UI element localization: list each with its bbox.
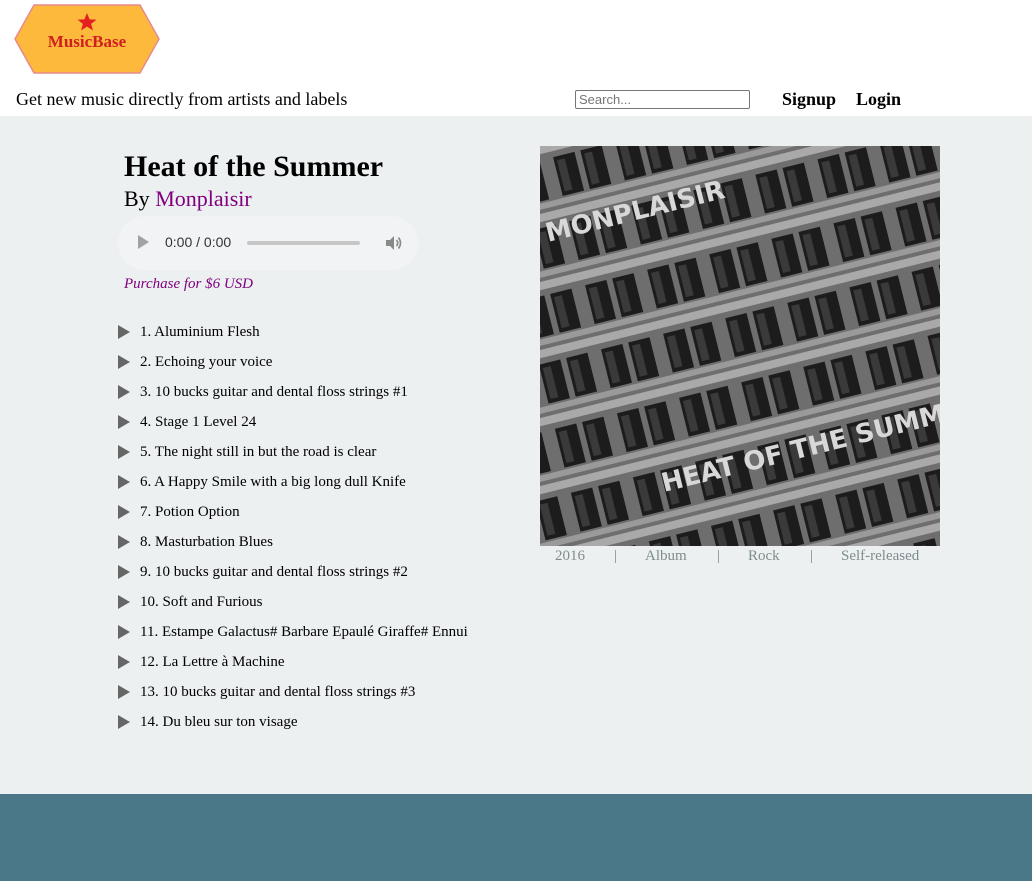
meta-separator: | xyxy=(810,548,814,564)
track-title: 8. Masturbation Blues xyxy=(140,533,273,550)
track-title: 5. The night still in but the road is cl… xyxy=(140,443,377,460)
play-icon[interactable] xyxy=(118,655,130,669)
play-icon[interactable] xyxy=(118,415,130,429)
play-icon[interactable] xyxy=(118,385,130,399)
search-input[interactable] xyxy=(575,90,750,109)
track-item[interactable]: 12. La Lettre à Machine xyxy=(118,647,468,677)
track-title: 1. Aluminium Flesh xyxy=(140,323,260,340)
album-type: Album xyxy=(645,548,687,564)
track-title: 6. A Happy Smile with a big long dull Kn… xyxy=(140,473,406,490)
track-item[interactable]: 4. Stage 1 Level 24 xyxy=(118,407,468,437)
track-title: 3. 10 bucks guitar and dental floss stri… xyxy=(140,383,408,400)
play-icon[interactable] xyxy=(118,505,130,519)
track-item[interactable]: 8. Masturbation Blues xyxy=(118,527,468,557)
track-item[interactable]: 7. Potion Option xyxy=(118,497,468,527)
login-link[interactable]: Login xyxy=(856,89,901,109)
track-title: 13. 10 bucks guitar and dental floss str… xyxy=(140,683,416,700)
play-icon[interactable] xyxy=(118,595,130,609)
track-title: 12. La Lettre à Machine xyxy=(140,653,285,670)
track-title: 14. Du bleu sur ton visage xyxy=(140,713,298,730)
track-title: 4. Stage 1 Level 24 xyxy=(140,413,257,430)
tagline: Get new music directly from artists and … xyxy=(16,89,348,109)
play-icon[interactable] xyxy=(118,625,130,639)
album-year: 2016 xyxy=(555,548,585,564)
site-footer xyxy=(0,794,1032,881)
by-prefix: By xyxy=(124,186,150,211)
album-cover: MONPLAISIR HEAT OF THE SUMMER xyxy=(540,146,940,546)
play-icon[interactable] xyxy=(118,325,130,339)
meta-separator: | xyxy=(717,548,721,564)
artist-link[interactable]: Monplaisir xyxy=(155,186,252,211)
album-meta: 2016 | Album | Rock | Self-released xyxy=(540,548,940,568)
player-time: 0:00 / 0:00 xyxy=(165,234,232,250)
play-icon[interactable] xyxy=(138,235,149,249)
musicbase-logo[interactable]: MusicBase xyxy=(14,4,160,74)
site-header: MusicBase Get new music directly from ar… xyxy=(0,0,1032,116)
album-page: Heat of the Summer By Monplaisir 0:00 / … xyxy=(0,116,1032,794)
purchase-link[interactable]: Purchase for $6 USD xyxy=(124,276,253,293)
play-icon[interactable] xyxy=(118,565,130,579)
meta-separator: | xyxy=(614,548,618,564)
track-title: 2. Echoing your voice xyxy=(140,353,273,370)
play-icon[interactable] xyxy=(118,715,130,729)
signup-link[interactable]: Signup xyxy=(782,89,836,109)
volume-icon[interactable] xyxy=(384,234,402,252)
track-item[interactable]: 14. Du bleu sur ton visage xyxy=(118,707,468,737)
track-list: 1. Aluminium Flesh 2. Echoing your voice… xyxy=(118,317,468,737)
audio-player: 0:00 / 0:00 xyxy=(118,216,418,270)
logo-text: MusicBase xyxy=(48,32,127,51)
album-label: Self-released xyxy=(841,548,920,564)
album-title: Heat of the Summer xyxy=(124,150,384,183)
track-item[interactable]: 1. Aluminium Flesh xyxy=(118,317,468,347)
play-icon[interactable] xyxy=(118,535,130,549)
track-item[interactable]: 2. Echoing your voice xyxy=(118,347,468,377)
track-item[interactable]: 3. 10 bucks guitar and dental floss stri… xyxy=(118,377,468,407)
play-icon[interactable] xyxy=(118,475,130,489)
track-title: 10. Soft and Furious xyxy=(140,593,263,610)
play-icon[interactable] xyxy=(118,355,130,369)
track-title: 9. 10 bucks guitar and dental floss stri… xyxy=(140,563,408,580)
track-item[interactable]: 9. 10 bucks guitar and dental floss stri… xyxy=(118,557,468,587)
track-item[interactable]: 13. 10 bucks guitar and dental floss str… xyxy=(118,677,468,707)
track-title: 11. Estampe Galactus# Barbare Epaulé Gir… xyxy=(140,623,468,640)
track-item[interactable]: 6. A Happy Smile with a big long dull Kn… xyxy=(118,467,468,497)
album-genre: Rock xyxy=(748,548,780,564)
play-icon[interactable] xyxy=(118,445,130,459)
play-icon[interactable] xyxy=(118,685,130,699)
track-title: 7. Potion Option xyxy=(140,503,240,520)
album-byline: By Monplaisir xyxy=(124,186,252,212)
track-item[interactable]: 10. Soft and Furious xyxy=(118,587,468,617)
track-item[interactable]: 5. The night still in but the road is cl… xyxy=(118,437,468,467)
track-item[interactable]: 11. Estampe Galactus# Barbare Epaulé Gir… xyxy=(118,617,468,647)
player-progress-bar[interactable] xyxy=(247,241,360,245)
